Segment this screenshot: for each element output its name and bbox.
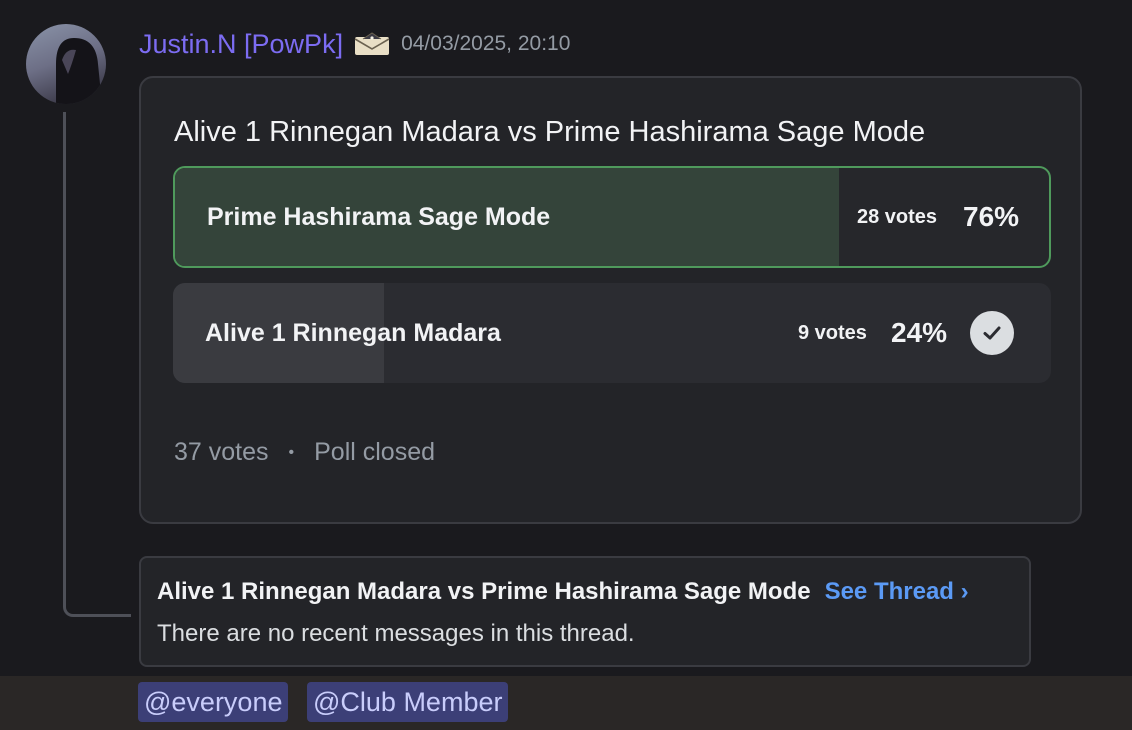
- hooded-figure-avatar-icon: [56, 38, 102, 104]
- avatar[interactable]: [26, 24, 106, 104]
- mention-everyone[interactable]: @everyone: [138, 682, 289, 722]
- poll-answer[interactable]: Alive 1 Rinnegan Madara 9 votes 24%: [173, 283, 1051, 383]
- thread-preview-card[interactable]: Alive 1 Rinnegan Madara vs Prime Hashira…: [139, 556, 1031, 667]
- envelope-badge-icon[interactable]: [353, 31, 391, 57]
- poll-answer-winner[interactable]: Prime Hashirama Sage Mode 28 votes 76%: [173, 166, 1051, 268]
- poll-card: Alive 1 Rinnegan Madara vs Prime Hashira…: [139, 76, 1082, 524]
- thread-connector-line: [63, 112, 131, 617]
- poll-answer-votes: 9 votes: [798, 321, 867, 344]
- message-header: Justin.N [PowPk] 04/03/2025, 20:10: [139, 26, 570, 62]
- poll-question: Alive 1 Rinnegan Madara vs Prime Hashira…: [174, 116, 926, 148]
- thread-title: Alive 1 Rinnegan Madara vs Prime Hashira…: [157, 578, 811, 605]
- poll-answer-votes: 28 votes: [857, 205, 938, 228]
- checkmark-icon: [970, 311, 1014, 355]
- poll-total-votes[interactable]: 37 votes: [174, 438, 269, 467]
- poll-answer-percent: 76%: [963, 201, 1020, 232]
- see-thread-link[interactable]: See Thread ›: [825, 578, 969, 605]
- thread-title-row: Alive 1 Rinnegan Madara vs Prime Hashira…: [157, 578, 969, 606]
- separator-dot: •: [288, 443, 295, 461]
- poll-answer-percent: 24%: [891, 317, 948, 348]
- poll-status: Poll closed: [314, 438, 436, 466]
- mention-role[interactable]: @Club Member: [307, 682, 509, 722]
- poll-answer-label: Prime Hashirama Sage Mode: [207, 202, 551, 231]
- poll-answer-label: Alive 1 Rinnegan Madara: [205, 318, 501, 347]
- poll-footer: 37 votes • Poll closed: [174, 438, 435, 467]
- thread-subtitle: There are no recent messages in this thr…: [157, 620, 635, 647]
- author-username[interactable]: Justin.N [PowPk]: [139, 29, 343, 60]
- message-timestamp[interactable]: 04/03/2025, 20:10: [401, 32, 570, 56]
